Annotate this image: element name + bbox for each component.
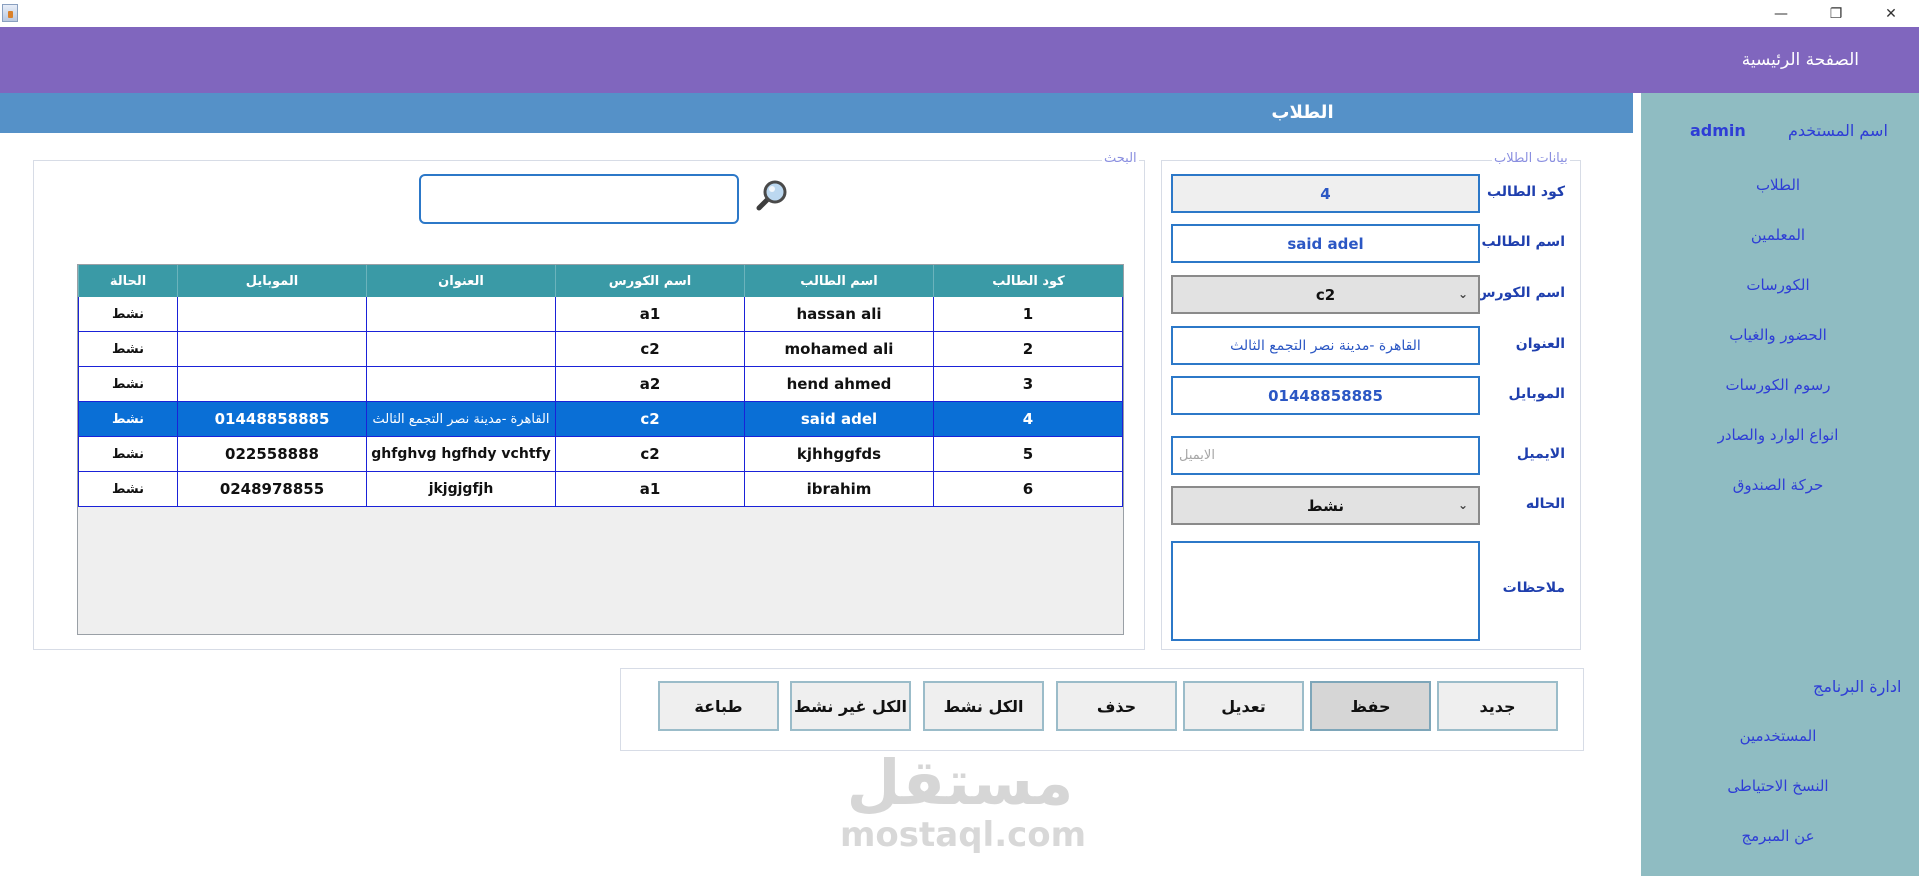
column-header-address[interactable]: العنوان <box>366 265 555 297</box>
all-inactive-button[interactable]: الكل غير نشط <box>790 681 911 731</box>
cell-status: نشط <box>78 402 177 437</box>
sidebar-item-backup[interactable]: النسخ الاحتياطى <box>1678 777 1878 795</box>
table-row[interactable]: 3 hend ahmed a2 نشط <box>78 367 1123 402</box>
course-select-value: c2 <box>1315 285 1336 304</box>
table-header: كود الطالب اسم الطالب اسم الكورس العنوان… <box>78 265 1123 297</box>
cell-mobile <box>177 367 366 402</box>
table-row[interactable]: 6 ibrahim a1 jkjgjgfjh 0248978855 نشط <box>78 472 1123 507</box>
new-button[interactable]: جديد <box>1437 681 1558 731</box>
address-field[interactable]: القاهرة -مدينة نصر التجمع الثالث <box>1171 326 1480 365</box>
cell-course: a1 <box>555 297 744 332</box>
edit-button[interactable]: تعديل <box>1183 681 1304 731</box>
cell-course: a1 <box>555 472 744 507</box>
maximize-button[interactable]: ❐ <box>1810 0 1862 27</box>
sidebar-item-teachers[interactable]: المعلمين <box>1678 226 1878 244</box>
search-group-title: البحث <box>1102 151 1139 166</box>
column-header-status[interactable]: الحالة <box>78 265 177 297</box>
cell-course: c2 <box>555 332 744 367</box>
table-row-selected[interactable]: 4 said adel c2 القاهرة -مدينة نصر التجمع… <box>78 402 1123 437</box>
cell-mobile: 022558888 <box>177 437 366 472</box>
search-icon[interactable] <box>755 178 789 212</box>
cell-name: kjhhggfds <box>744 437 933 472</box>
cell-address <box>366 297 555 332</box>
cell-code: 6 <box>933 472 1123 507</box>
status-select[interactable]: نشط ⌄ <box>1171 486 1480 525</box>
notes-textarea[interactable] <box>1171 541 1480 641</box>
cell-status: نشط <box>78 297 177 332</box>
sidebar-item-attendance[interactable]: الحضور والغياب <box>1678 326 1878 344</box>
cell-name: mohamed ali <box>744 332 933 367</box>
cell-mobile: 01448858885 <box>177 402 366 437</box>
chevron-down-icon: ⌄ <box>1457 287 1468 301</box>
cell-status: نشط <box>78 437 177 472</box>
cell-status: نشط <box>78 367 177 402</box>
student-code-field[interactable]: 4 <box>1171 174 1480 213</box>
cell-code: 5 <box>933 437 1123 472</box>
minimize-button[interactable]: — <box>1755 0 1807 27</box>
app-window: { "window": { "title": "", "controls": {… <box>0 0 1919 876</box>
print-button[interactable]: طباعة <box>658 681 779 731</box>
table-row[interactable]: 5 kjhhggfds c2 ghfghvg hgfhdy vchtfy 022… <box>78 437 1123 472</box>
search-input[interactable] <box>419 174 739 224</box>
window-titlebar: — ❐ ✕ <box>0 0 1919 27</box>
cell-code: 2 <box>933 332 1123 367</box>
table-row[interactable]: 2 mohamed ali c2 نشط <box>78 332 1123 367</box>
cell-code: 1 <box>933 297 1123 332</box>
cell-address <box>366 367 555 402</box>
sidebar-item-income-expense-types[interactable]: انواع الوارد والصادر <box>1678 426 1878 444</box>
cell-name: hassan ali <box>744 297 933 332</box>
column-header-mobile[interactable]: الموبايل <box>177 265 366 297</box>
column-header-course[interactable]: اسم الكورس <box>555 265 744 297</box>
cell-mobile <box>177 332 366 367</box>
cell-course: a2 <box>555 367 744 402</box>
student-name-field[interactable]: said adel <box>1171 224 1480 263</box>
all-active-button[interactable]: الكل نشط <box>923 681 1044 731</box>
username-value: admin <box>1690 121 1746 140</box>
cell-mobile <box>177 297 366 332</box>
cell-address: القاهرة -مدينة نصر التجمع الثالث <box>366 402 555 437</box>
cell-course: c2 <box>555 437 744 472</box>
admin-section-title: ادارة البرنامج <box>1813 677 1902 696</box>
sidebar-item-cash-movement[interactable]: حركة الصندوق <box>1678 476 1878 494</box>
cell-status: نشط <box>78 472 177 507</box>
column-header-code[interactable]: كود الطالب <box>933 265 1123 297</box>
cell-address: ghfghvg hgfhdy vchtfy <box>366 437 555 472</box>
sidebar-item-about[interactable]: عن المبرمج <box>1678 827 1878 845</box>
username-label: اسم المستخدم <box>1788 121 1888 140</box>
sidebar-item-course-fees[interactable]: رسوم الكورسات <box>1678 376 1878 394</box>
save-button[interactable]: حفظ <box>1310 681 1431 731</box>
section-title: الطلاب <box>1271 102 1334 123</box>
cell-code: 4 <box>933 402 1123 437</box>
cell-name: ibrahim <box>744 472 933 507</box>
cell-course: c2 <box>555 402 744 437</box>
java-app-icon <box>2 4 18 22</box>
mobile-field[interactable]: 01448858885 <box>1171 376 1480 415</box>
home-title: الصفحة الرئيسية <box>1741 50 1859 70</box>
cell-name: said adel <box>744 402 933 437</box>
watermark-latin: mostaql.com <box>840 815 1087 855</box>
watermark-arabic: مستقل <box>846 746 1074 819</box>
table-row[interactable]: 1 hassan ali a1 نشط <box>78 297 1123 332</box>
close-button[interactable]: ✕ <box>1865 0 1917 27</box>
cell-address: jkjgjgfjh <box>366 472 555 507</box>
status-select-value: نشط <box>1307 496 1344 515</box>
chevron-down-icon: ⌄ <box>1457 498 1468 512</box>
course-select[interactable]: c2 ⌄ <box>1171 275 1480 314</box>
sidebar-item-courses[interactable]: الكورسات <box>1678 276 1878 294</box>
cell-name: hend ahmed <box>744 367 933 402</box>
delete-button[interactable]: حذف <box>1056 681 1177 731</box>
column-header-name[interactable]: اسم الطالب <box>744 265 933 297</box>
top-header <box>0 27 1919 93</box>
cell-mobile: 0248978855 <box>177 472 366 507</box>
cell-status: نشط <box>78 332 177 367</box>
cell-address <box>366 332 555 367</box>
sidebar-item-users[interactable]: المستخدمين <box>1678 727 1878 745</box>
email-field[interactable]: الايميل <box>1171 436 1480 475</box>
sidebar-item-students[interactable]: الطلاب <box>1678 176 1878 194</box>
cell-code: 3 <box>933 367 1123 402</box>
students-table: كود الطالب اسم الطالب اسم الكورس العنوان… <box>77 264 1124 635</box>
student-data-group-title: بيانات الطلاب <box>1492 151 1570 166</box>
